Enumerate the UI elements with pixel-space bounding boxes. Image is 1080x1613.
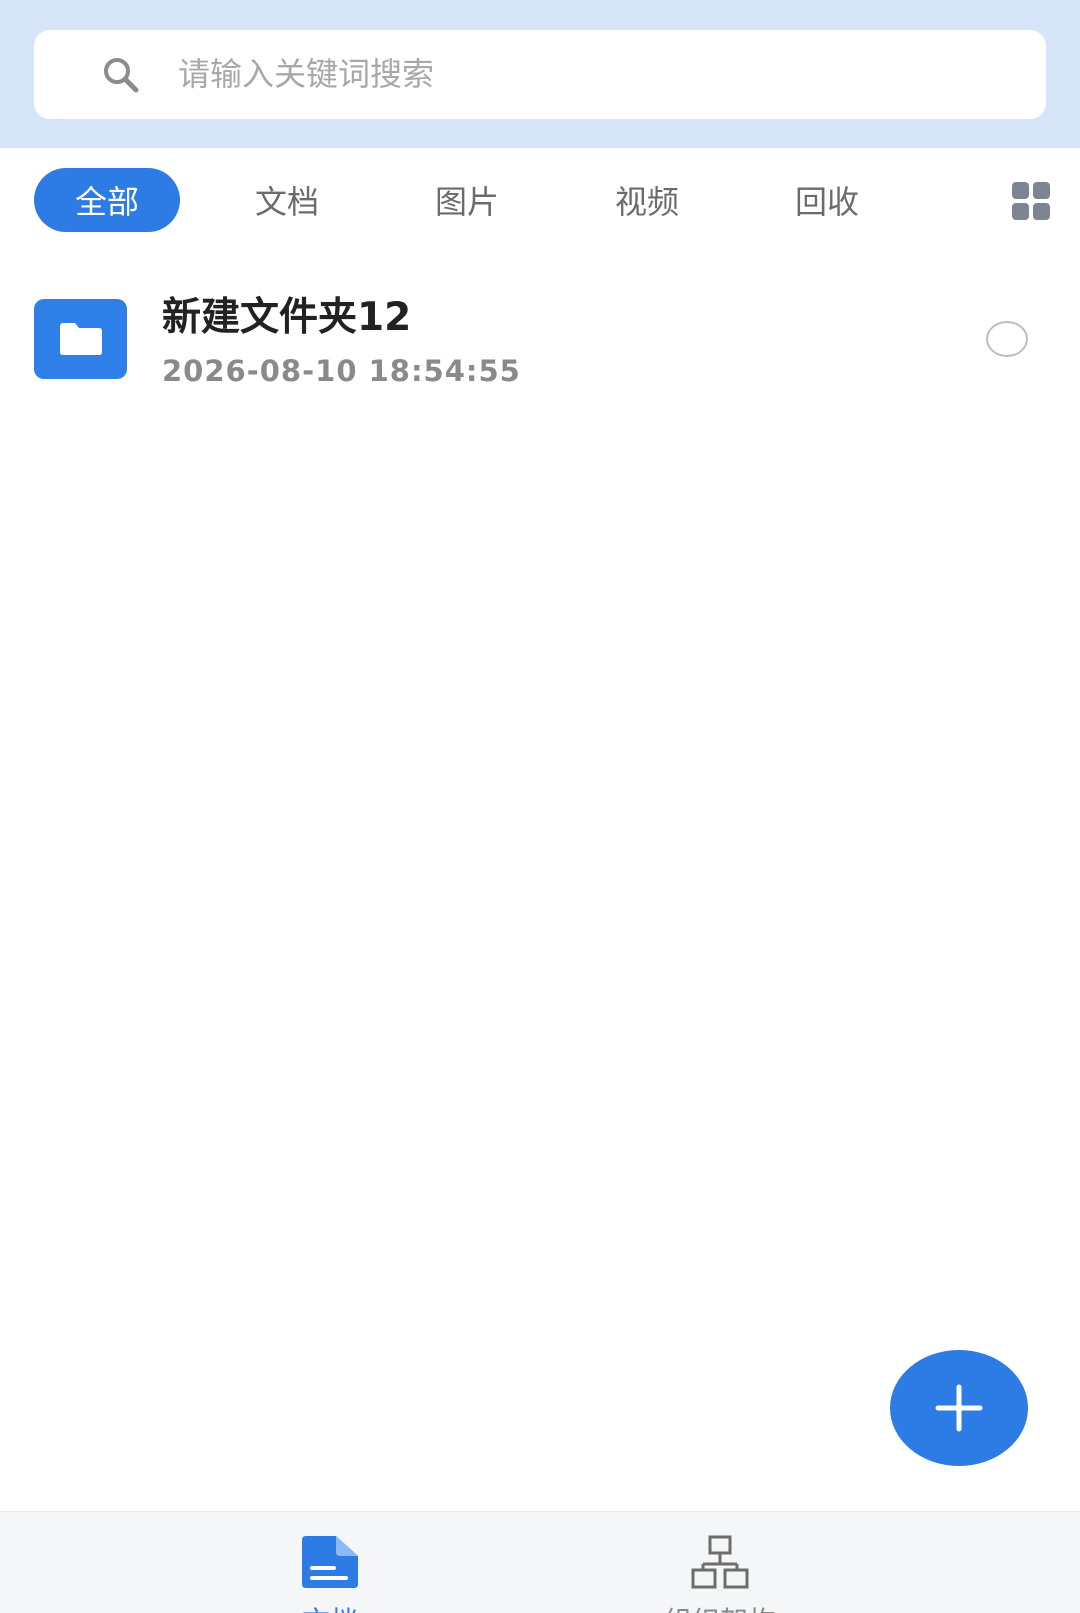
select-radio[interactable] bbox=[986, 321, 1028, 357]
search-icon bbox=[104, 58, 139, 93]
file-date: 2026-08-10 18:54:55 bbox=[162, 354, 521, 388]
nav-item-documents[interactable]: 文档 bbox=[230, 1512, 430, 1613]
tab-videos[interactable]: 视频 bbox=[574, 168, 720, 232]
tab-recycle[interactable]: 回收 bbox=[754, 168, 900, 232]
tab-all[interactable]: 全部 bbox=[34, 168, 180, 232]
add-button[interactable] bbox=[890, 1350, 1028, 1466]
nav-label-documents: 文档 bbox=[230, 1600, 430, 1613]
header bbox=[0, 0, 1080, 148]
nav-item-org-chart[interactable]: 组织架构 bbox=[620, 1512, 820, 1613]
search-box[interactable] bbox=[34, 30, 1046, 119]
folder-icon bbox=[59, 323, 102, 355]
folder-thumbnail bbox=[34, 299, 127, 379]
bottom-nav: 文档 组织架构 bbox=[0, 1511, 1080, 1613]
app-root: 全部 文档 图片 视频 回收 新建文件夹12 2026-08-10 18:54:… bbox=[0, 0, 1080, 1613]
list-item[interactable]: 新建文件夹12 2026-08-10 18:54:55 bbox=[0, 272, 1080, 402]
grid-view-icon[interactable] bbox=[1010, 180, 1052, 222]
document-icon bbox=[302, 1536, 358, 1588]
nav-label-org-chart: 组织架构 bbox=[620, 1600, 820, 1613]
tab-images[interactable]: 图片 bbox=[394, 168, 540, 232]
file-name: 新建文件夹12 bbox=[162, 295, 412, 340]
plus-icon bbox=[935, 1384, 983, 1432]
category-tabs: 全部 文档 图片 视频 回收 bbox=[0, 148, 1080, 258]
org-chart-icon bbox=[691, 1535, 749, 1589]
tab-documents[interactable]: 文档 bbox=[214, 168, 360, 232]
search-input[interactable] bbox=[178, 44, 1018, 104]
